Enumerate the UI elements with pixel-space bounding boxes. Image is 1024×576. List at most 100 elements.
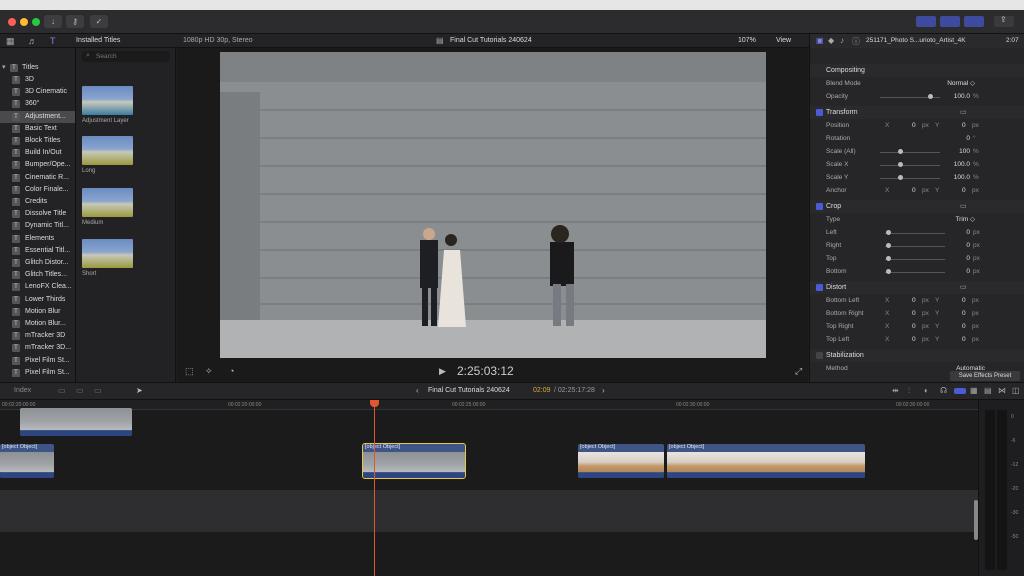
value-field[interactable]: 100 [959, 146, 970, 158]
title-thumbnail[interactable] [82, 86, 133, 115]
timeline-clip[interactable]: [object Object] [0, 444, 54, 478]
insert-clip-icon[interactable]: ▭ [76, 386, 84, 395]
video-frame[interactable] [220, 52, 766, 358]
select-tool-icon[interactable]: ➤ [136, 386, 143, 395]
show-inspector-toggle[interactable] [964, 16, 984, 27]
append-clip-icon[interactable]: ▭ [94, 386, 102, 395]
zoom-popup[interactable]: 107% [738, 37, 756, 44]
title-thumbnail[interactable] [82, 136, 133, 165]
transitions-browser-icon[interactable]: ⋈ [998, 386, 1006, 395]
inspector-section-crop[interactable]: Crop ▭ [810, 200, 1024, 213]
minimize-window-button[interactable] [20, 18, 28, 26]
value-field[interactable]: Trim ◇ [955, 214, 975, 226]
headphones-icon[interactable]: ☊ [940, 386, 947, 395]
history-back-button[interactable]: ‹ [416, 386, 419, 395]
value-slider[interactable] [885, 246, 945, 247]
playhead[interactable] [374, 400, 375, 576]
transform-onscreen-icon[interactable]: ▭ [960, 106, 967, 119]
sidebar-item-18[interactable]: T Lower Thirds [0, 294, 75, 306]
sidebar-item-20[interactable]: T Motion Blur... [0, 318, 75, 330]
x-value[interactable]: 0 [912, 295, 916, 307]
value-slider[interactable] [885, 259, 945, 260]
value-field[interactable]: 0 [966, 253, 970, 265]
connect-clip-icon[interactable]: ▭ [58, 386, 66, 395]
sidebar-item-22[interactable]: TmTracker 3D... [0, 342, 75, 354]
viewer-timecode[interactable]: 2:25:03:12 [457, 364, 514, 378]
sidebar-item-14[interactable]: T Essential Titl... [0, 245, 75, 257]
sidebar-item-9[interactable]: T Color Finale... [0, 184, 75, 196]
sidebar-item-11[interactable]: T Dissolve Title [0, 208, 75, 220]
x-value[interactable]: 0 [912, 321, 916, 333]
y-value[interactable]: 0 [962, 308, 966, 320]
timeline-clip[interactable]: [object Object] [578, 444, 664, 478]
sidebar-item-titles[interactable]: ▾ T Titles [0, 62, 75, 74]
x-value[interactable]: 0 [912, 120, 916, 132]
browser-title[interactable]: Installed Titles [76, 37, 120, 44]
value-slider[interactable] [880, 152, 940, 153]
sidebar-item-15[interactable]: T Glitch Distor... [0, 257, 75, 269]
snapping-icon[interactable]: ⫶ [908, 386, 910, 396]
show-browser-toggle[interactable] [916, 16, 936, 27]
timeline-clip[interactable] [20, 408, 132, 436]
titles-generators-icon[interactable]: T [50, 36, 56, 46]
value-field[interactable]: Normal ◇ [947, 78, 975, 90]
value-slider[interactable] [885, 272, 945, 273]
slider-knob[interactable] [898, 162, 903, 167]
slider-knob[interactable] [886, 269, 891, 274]
slider-knob[interactable] [886, 243, 891, 248]
disclosure-triangle-icon[interactable]: ▾ [2, 62, 6, 74]
value-field[interactable]: 0 [966, 266, 970, 278]
sidebar-item-7[interactable]: T Bumper/Ope... [0, 159, 75, 171]
info-inspector-icon[interactable]: ⓘ [852, 36, 860, 47]
generator-browser-icon[interactable]: ◫ [1012, 386, 1020, 395]
value-field[interactable]: 0 [966, 133, 970, 145]
checkbox[interactable] [816, 352, 823, 359]
inspector-section-distort[interactable]: Distort ▭ [810, 281, 1024, 294]
value-slider[interactable] [885, 233, 945, 234]
sidebar-item-3[interactable]: T Adjustment... [0, 110, 75, 123]
x-value[interactable]: 0 [912, 334, 916, 346]
search-field[interactable]: ⌕ Search [82, 51, 170, 62]
sidebar-item-4[interactable]: T Basic Text [0, 123, 75, 135]
sidebar-item-19[interactable]: T Motion Blur [0, 306, 75, 318]
history-forward-button[interactable]: › [602, 386, 605, 395]
sidebar-item-5[interactable]: T Block Titles [0, 135, 75, 147]
timeline-clip[interactable]: [object Object] [362, 443, 466, 479]
effects-browser-icon[interactable]: ▤ [984, 386, 992, 395]
libraries-icon[interactable]: ▦ [6, 36, 15, 47]
color-inspector-icon[interactable]: ◆ [828, 36, 834, 45]
title-thumbnail[interactable] [82, 239, 133, 268]
checkbox[interactable] [816, 284, 823, 291]
audio-inspector-icon[interactable]: ♪ [840, 36, 844, 45]
sidebar-item-0[interactable]: T 3D [0, 74, 75, 86]
value-field[interactable]: 0 [966, 240, 970, 252]
slider-knob[interactable] [886, 230, 891, 235]
slider-knob[interactable] [898, 149, 903, 154]
value-field[interactable]: 0 [966, 227, 970, 239]
y-value[interactable]: 0 [962, 295, 966, 307]
sidebar-item-17[interactable]: T LenoFX Clea... [0, 281, 75, 293]
y-value[interactable]: 0 [962, 321, 966, 333]
show-timeline-toggle[interactable] [940, 16, 960, 27]
save-effects-preset-button[interactable]: Save Effects Preset [950, 371, 1020, 381]
checkbox[interactable] [816, 203, 823, 210]
checkbox[interactable] [816, 109, 823, 116]
view-popup[interactable]: View [776, 37, 791, 44]
background-tasks-button[interactable]: ✓ [90, 15, 108, 28]
crop-onscreen-icon[interactable]: ▭ [960, 200, 967, 213]
sidebar-item-21[interactable]: TmTracker 3D [0, 330, 75, 342]
video-inspector-icon[interactable]: ▣ [816, 36, 824, 45]
sidebar-item-23[interactable]: T Pixel Film St... [0, 355, 75, 367]
sidebar-item-10[interactable]: T Credits [0, 196, 75, 208]
sidebar-item-13[interactable]: T Elements [0, 233, 75, 245]
keywords-button[interactable]: ⚷ [66, 15, 84, 28]
timeline-clip[interactable]: [object Object] [667, 444, 865, 478]
photos-audio-icon[interactable]: ♬ [28, 36, 37, 46]
fullscreen-icon[interactable]: ⤢ [795, 366, 802, 377]
skimming-toggle[interactable] [954, 388, 966, 394]
x-value[interactable]: 0 [912, 185, 916, 197]
sidebar-item-8[interactable]: T Cinematic R... [0, 172, 75, 184]
clip-appearance-icon[interactable]: ▦ [970, 386, 978, 395]
value-slider[interactable] [880, 178, 940, 179]
inspector-section-transform[interactable]: Transform ▭ [810, 106, 1024, 119]
